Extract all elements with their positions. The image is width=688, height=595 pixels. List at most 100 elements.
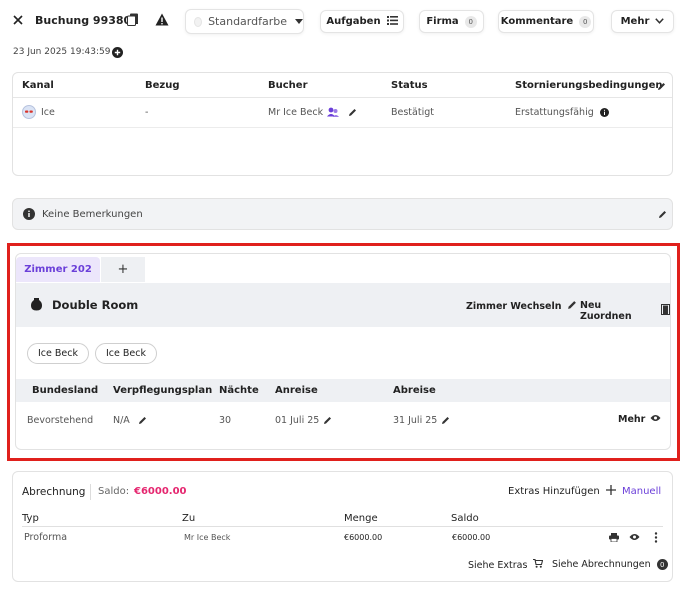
edit-arrival-pencil-icon[interactable] bbox=[323, 416, 332, 428]
balance-value: €6000.00 bbox=[134, 486, 187, 497]
cart-icon bbox=[533, 558, 544, 571]
guest-pill[interactable]: Ice Beck bbox=[95, 343, 157, 364]
balance-label: Saldo: bbox=[98, 486, 130, 497]
tasks-button[interactable]: Aufgaben bbox=[320, 10, 404, 33]
info-circle-icon bbox=[23, 208, 35, 220]
arrival-value: 01 Juli 25 bbox=[275, 415, 320, 426]
comments-count-badge: 0 bbox=[579, 15, 592, 28]
to-value: Mr Ice Beck bbox=[184, 533, 231, 542]
edit-remarks-pencil-icon[interactable] bbox=[658, 210, 667, 222]
info-icon[interactable] bbox=[600, 108, 609, 117]
channel-value: Ice bbox=[41, 107, 55, 118]
col-header-meal-plan: Verpflegungsplan bbox=[113, 385, 213, 396]
tab-add-room[interactable]: + bbox=[101, 257, 145, 282]
more-menu-button[interactable]: Mehr bbox=[611, 10, 674, 33]
amount-value: €6000.00 bbox=[344, 533, 383, 542]
guest-pill[interactable]: Ice Beck bbox=[27, 343, 89, 364]
reference-value: - bbox=[145, 107, 149, 118]
remarks-bar: Keine Bemerkungen bbox=[12, 198, 673, 230]
tab-zimmer-202-label: Zimmer 202 bbox=[24, 264, 92, 275]
col-header-type: Typ bbox=[22, 513, 39, 524]
invoices-count-badge: 0 bbox=[656, 559, 668, 570]
remarks-text: Keine Bemerkungen bbox=[42, 209, 143, 220]
room-more-button[interactable]: Mehr bbox=[618, 414, 661, 425]
list-icon bbox=[386, 15, 398, 28]
col-header-status: Status bbox=[391, 80, 428, 91]
room-shield-icon bbox=[31, 297, 42, 311]
close-icon[interactable] bbox=[12, 14, 24, 26]
edit-meal-plan-pencil-icon[interactable] bbox=[138, 416, 147, 428]
pencil-icon bbox=[567, 300, 577, 313]
col-header-to: Zu bbox=[182, 513, 196, 524]
col-header-amount: Menge bbox=[344, 513, 378, 524]
booker-link[interactable]: Mr Ice Beck bbox=[268, 107, 323, 118]
meal-plan-value: N/A bbox=[113, 415, 130, 426]
row-balance-value: €6000.00 bbox=[452, 533, 491, 542]
header-divider bbox=[13, 97, 672, 98]
tab-zimmer-202[interactable]: Zimmer 202 bbox=[16, 257, 100, 282]
billing-divider bbox=[90, 484, 91, 500]
see-invoices-label: Siehe Abrechnungen bbox=[552, 559, 651, 570]
change-room-button[interactable]: Zimmer Wechseln bbox=[466, 300, 577, 313]
timestamp: 23 Jun 2025 19:43:59 bbox=[13, 47, 111, 57]
status-value: Bestätigt bbox=[391, 107, 434, 118]
col-header-reference: Bezug bbox=[145, 80, 180, 91]
edit-cancellation-pencil-icon[interactable] bbox=[657, 82, 666, 94]
booking-title: Buchung 993802 bbox=[35, 14, 139, 27]
guest-name: Ice Beck bbox=[38, 348, 78, 359]
comments-button[interactable]: Kommentare 0 bbox=[498, 10, 594, 33]
nights-value: 30 bbox=[219, 415, 232, 426]
col-header-state: Bundesland bbox=[32, 385, 99, 396]
add-extras-button[interactable]: Extras Hinzufügen bbox=[508, 485, 616, 498]
color-swatch bbox=[194, 16, 203, 27]
billing-header-divider bbox=[22, 526, 663, 527]
col-header-booker: Bucher bbox=[268, 80, 308, 91]
see-extras-label: Siehe Extras bbox=[468, 559, 528, 571]
col-header-channel: Kanal bbox=[22, 80, 54, 91]
col-header-balance: Saldo bbox=[451, 513, 479, 524]
col-header-arrival: Anreise bbox=[275, 385, 318, 396]
see-invoices-button[interactable]: Siehe Abrechnungen 0 bbox=[552, 559, 668, 570]
change-room-label: Zimmer Wechseln bbox=[466, 301, 562, 312]
billing-title: Abrechnung bbox=[22, 486, 86, 498]
caret-down-icon bbox=[295, 16, 303, 27]
type-value: Proforma bbox=[24, 532, 68, 543]
merge-people-icon[interactable] bbox=[327, 107, 339, 117]
room-more-label: Mehr bbox=[618, 414, 646, 425]
reassign-label: Neu Zuordnen bbox=[580, 300, 632, 322]
eye-icon bbox=[650, 414, 661, 425]
room-card: Zimmer 202 + Double Room Zimmer Wechseln… bbox=[15, 253, 671, 450]
add-circle-icon[interactable] bbox=[112, 47, 123, 58]
guest-name: Ice Beck bbox=[106, 348, 146, 359]
row-divider bbox=[13, 127, 672, 128]
company-count-badge: 0 bbox=[464, 15, 477, 28]
edit-departure-pencil-icon[interactable] bbox=[441, 416, 450, 428]
company-button[interactable]: Firma 0 bbox=[419, 10, 484, 33]
door-icon bbox=[661, 304, 670, 318]
tasks-label: Aufgaben bbox=[326, 16, 381, 27]
room-type-title: Double Room bbox=[52, 298, 139, 312]
reassign-button[interactable]: Neu Zuordnen bbox=[580, 300, 670, 322]
channel-logo-icon bbox=[22, 105, 36, 119]
warning-icon[interactable] bbox=[155, 13, 169, 26]
eye-icon[interactable] bbox=[629, 533, 640, 544]
manual-link[interactable]: Manuell bbox=[622, 486, 661, 497]
print-icon[interactable] bbox=[609, 533, 619, 543]
departure-value: 31 Juli 25 bbox=[393, 415, 438, 426]
add-extras-label: Extras Hinzufügen bbox=[508, 486, 600, 497]
kebab-menu-icon[interactable] bbox=[654, 532, 658, 543]
edit-booker-pencil-icon[interactable] bbox=[348, 108, 357, 120]
chevron-down-icon bbox=[655, 16, 665, 27]
color-select-value: Standardfarbe bbox=[208, 15, 287, 28]
state-value: Bevorstehend bbox=[27, 415, 94, 426]
color-select[interactable]: Standardfarbe bbox=[185, 9, 304, 34]
col-header-cancellation: Stornierungsbedingungen bbox=[515, 80, 663, 91]
col-header-nights: Nächte bbox=[219, 385, 259, 396]
see-extras-button[interactable]: Siehe Extras bbox=[468, 558, 544, 571]
comments-label: Kommentare bbox=[500, 16, 574, 27]
copy-icon[interactable] bbox=[127, 13, 139, 26]
cancellation-value: Erstattungsfähig bbox=[515, 107, 594, 118]
more-label: Mehr bbox=[620, 16, 650, 27]
booking-details-card: Kanal Bezug Bucher Status Stornierungsbe… bbox=[12, 72, 673, 176]
col-header-departure: Abreise bbox=[393, 385, 436, 396]
